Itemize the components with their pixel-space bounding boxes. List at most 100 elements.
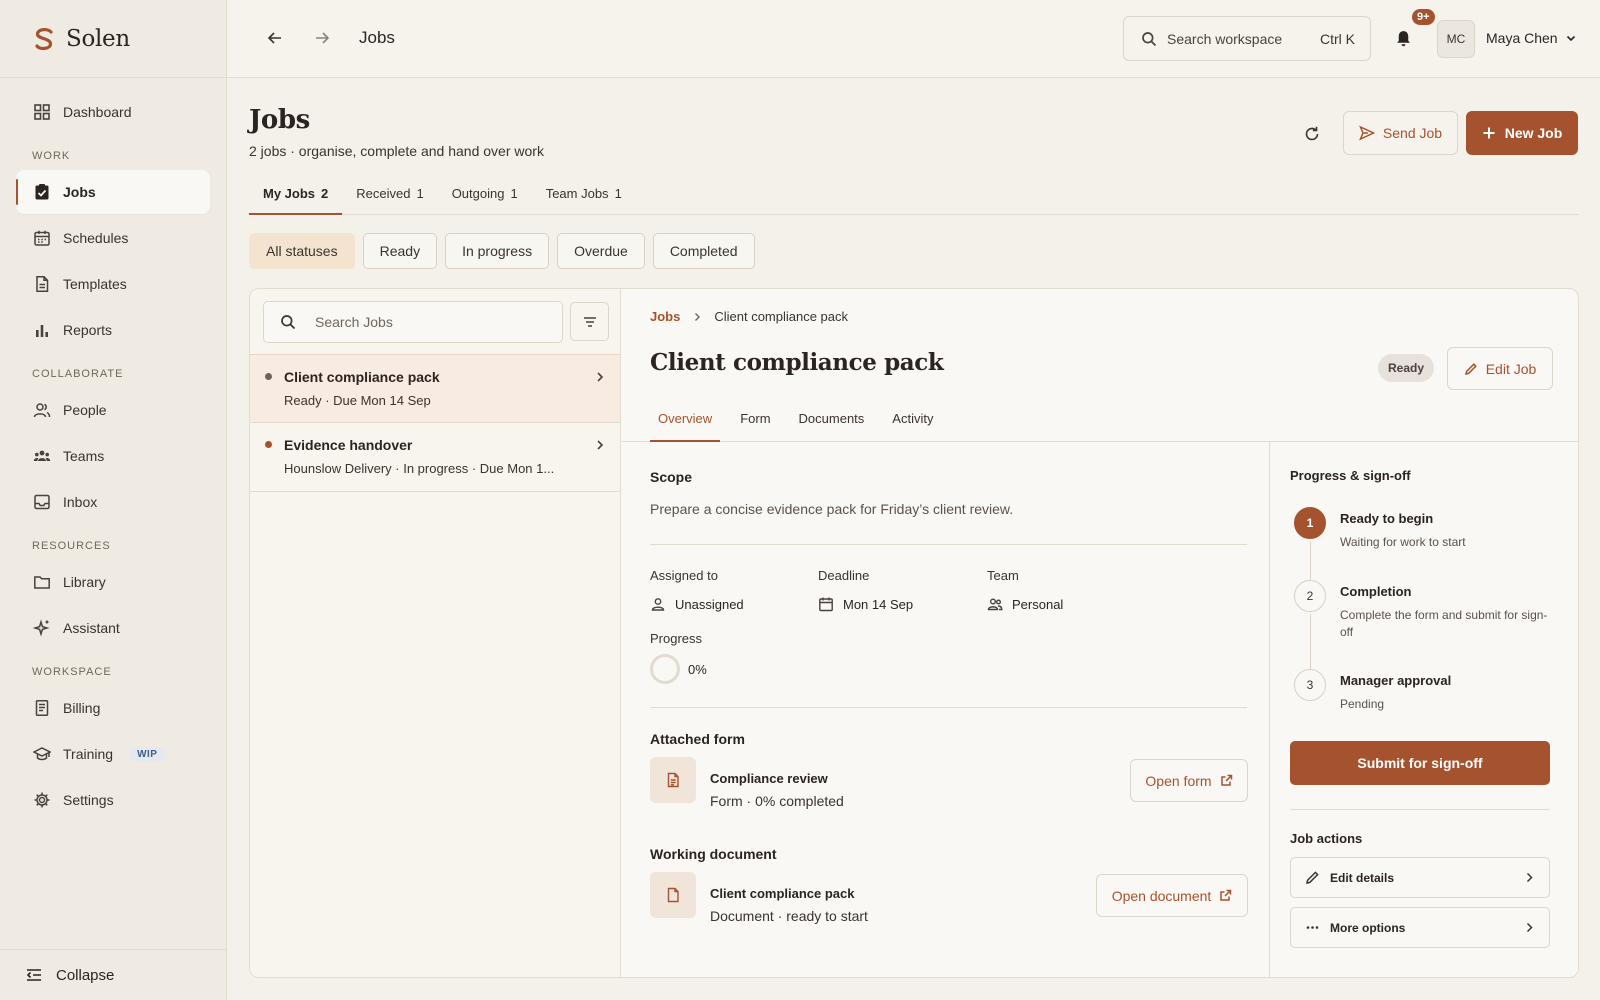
tab-documents[interactable]: Documents	[791, 402, 873, 441]
progress-value: 0%	[688, 662, 707, 677]
step-number: 3	[1294, 669, 1326, 701]
collapse-button[interactable]: Collapse	[0, 949, 226, 1000]
tab-outgoing[interactable]: Outgoing 1	[438, 178, 532, 214]
pencil-icon	[1306, 871, 1319, 884]
job-search-input[interactable]: Search Jobs	[263, 301, 563, 343]
inbox-icon	[34, 494, 50, 510]
signoff-panel: Progress & sign-off 1 Ready to begin Wai…	[1269, 442, 1578, 977]
job-tabs: My Jobs 2 Received 1 Outgoing 1 Team Jobs 1	[249, 178, 1579, 215]
sidebar-item-training[interactable]: Training WIP	[16, 732, 210, 776]
tab-form[interactable]: Form	[732, 402, 778, 441]
sidebar-item-label: Reports	[63, 322, 113, 338]
tab-label: Outgoing	[451, 186, 505, 201]
filter-all-statuses[interactable]: All statuses	[249, 233, 355, 269]
new-job-button[interactable]: New Job	[1466, 111, 1578, 155]
progress-ring	[650, 654, 680, 684]
team-value: Personal	[987, 596, 1063, 612]
calendar-icon	[819, 597, 833, 612]
sort-icon	[583, 316, 596, 327]
filter-completed[interactable]: Completed	[652, 233, 755, 269]
team-text: Personal	[1012, 596, 1064, 612]
sidebar-item-label: Settings	[63, 792, 114, 808]
divider	[650, 707, 1247, 708]
job-meta: Hounslow Delivery · In progress · Due Mo…	[284, 461, 555, 476]
tab-count: 1	[416, 186, 424, 201]
overview-panel: Scope Prepare a concise evidence pack fo…	[650, 442, 1248, 977]
tab-overview[interactable]: Overview	[650, 402, 721, 442]
forward-arrow-icon[interactable]	[313, 29, 331, 47]
sort-button[interactable]	[570, 302, 609, 341]
tab-count: 2	[321, 186, 329, 201]
refresh-icon[interactable]	[1303, 125, 1321, 143]
chevron-down-icon	[1566, 35, 1575, 42]
open-form-button[interactable]: Open form	[1130, 759, 1248, 802]
workspace-search-input[interactable]: Search workspace Ctrl K	[1123, 16, 1371, 61]
grid-icon	[34, 104, 50, 120]
sidebar-item-reports[interactable]: Reports	[16, 308, 210, 352]
more-options-button[interactable]: More options	[1290, 907, 1550, 948]
job-list-item[interactable]: Evidence handover Hounslow Delivery · In…	[250, 423, 620, 492]
sidebar-item-assistant[interactable]: Assistant	[16, 606, 210, 650]
step-number: 1	[1294, 507, 1326, 539]
form-name: Compliance review	[710, 771, 828, 786]
tab-my-jobs[interactable]: My Jobs 2	[249, 178, 343, 215]
edit-details-label: Edit details	[1330, 870, 1395, 885]
page-subtitle: 2 jobs · organise, complete and hand ove…	[249, 143, 544, 159]
sidebar-item-schedules[interactable]: Schedules	[16, 216, 210, 260]
clipboard-check-icon	[35, 184, 49, 200]
signoff-heading: Progress & sign-off	[1290, 468, 1411, 483]
sidebar-item-library[interactable]: Library	[16, 560, 210, 604]
tab-label: My Jobs	[263, 186, 316, 201]
search-icon	[1142, 31, 1157, 46]
sidebar-item-jobs[interactable]: Jobs	[16, 170, 210, 214]
tab-received[interactable]: Received 1	[342, 178, 437, 214]
receipt-icon	[35, 700, 49, 716]
page-title: Jobs	[249, 105, 310, 135]
sidebar-item-label: Dashboard	[63, 104, 132, 120]
open-document-label: Open document	[1111, 887, 1212, 904]
assigned-value: Unassigned	[650, 596, 744, 612]
topbar-title: Jobs	[359, 28, 395, 47]
sidebar-item-people[interactable]: People	[16, 388, 210, 432]
user-menu[interactable]: Maya Chen	[1486, 30, 1578, 46]
sidebar-item-dashboard[interactable]: Dashboard	[16, 90, 210, 134]
open-document-button[interactable]: Open document	[1096, 874, 1248, 917]
send-job-button[interactable]: Send Job	[1343, 111, 1458, 155]
brand[interactable]: Solen	[0, 0, 226, 78]
avatar[interactable]: MC	[1437, 20, 1475, 58]
team-icon	[33, 450, 51, 461]
filter-in-progress[interactable]: In progress	[445, 233, 550, 269]
tab-team-jobs[interactable]: Team Jobs 1	[532, 178, 636, 214]
tab-activity[interactable]: Activity	[884, 402, 941, 441]
filter-overdue[interactable]: Overdue	[557, 233, 645, 269]
breadcrumb-jobs-link[interactable]: Jobs	[650, 309, 680, 324]
gear-icon	[34, 792, 50, 808]
chevron-right-icon	[597, 372, 604, 382]
back-arrow-icon[interactable]	[266, 29, 284, 47]
new-job-label: New Job	[1504, 125, 1563, 141]
edit-job-button[interactable]: Edit Job	[1447, 347, 1553, 390]
sidebar-item-settings[interactable]: Settings	[16, 778, 210, 822]
step-connector	[1310, 614, 1311, 670]
file-icon	[36, 276, 49, 292]
chevron-right-icon	[695, 312, 701, 321]
sidebar-item-inbox[interactable]: Inbox	[16, 480, 210, 524]
external-link-icon	[1220, 889, 1232, 901]
user-icon	[651, 598, 665, 611]
open-form-label: Open form	[1145, 772, 1212, 789]
sidebar-item-templates[interactable]: Templates	[16, 262, 210, 306]
document-subtext: Document · ready to start	[710, 908, 868, 924]
job-list-item[interactable]: Client compliance pack Ready · Due Mon 1…	[250, 354, 620, 423]
edit-job-label: Edit Job	[1485, 360, 1537, 377]
edit-details-button[interactable]: Edit details	[1290, 857, 1550, 898]
sidebar-item-label: Jobs	[63, 184, 96, 200]
bell-icon[interactable]	[1394, 29, 1413, 48]
sparkle-icon	[33, 619, 50, 637]
submit-signoff-button[interactable]: Submit for sign-off	[1290, 741, 1550, 785]
sidebar-item-teams[interactable]: Teams	[16, 434, 210, 478]
assigned-text: Unassigned	[675, 596, 744, 612]
filter-ready[interactable]: Ready	[362, 233, 438, 269]
job-title: Client compliance pack	[284, 369, 440, 385]
job-detail-title: Client compliance pack	[650, 349, 944, 376]
sidebar-item-billing[interactable]: Billing	[16, 686, 210, 730]
